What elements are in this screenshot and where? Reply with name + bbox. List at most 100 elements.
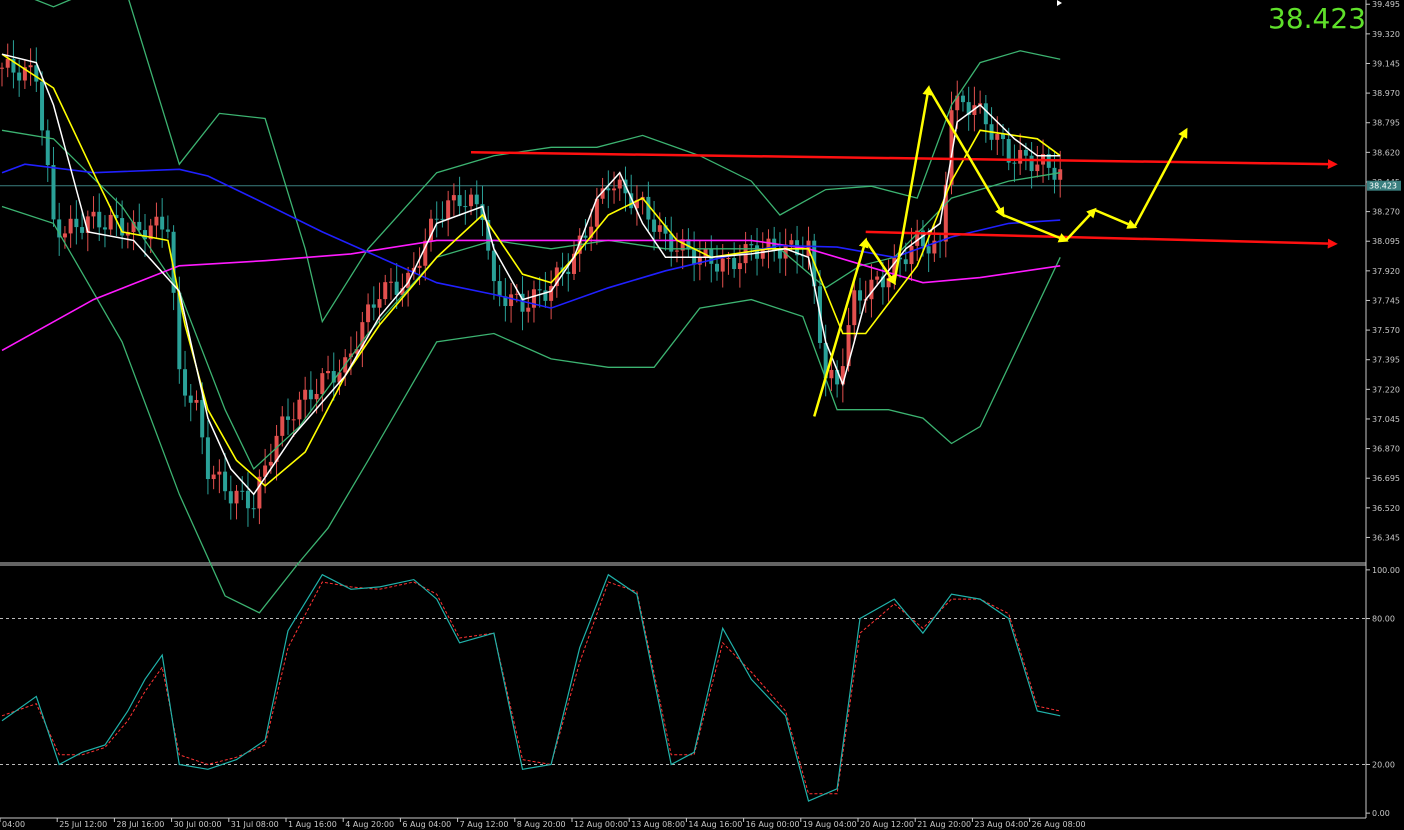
candle-body: [463, 206, 468, 208]
candle-body: [732, 258, 737, 270]
oscillator-tick-label: 0.00: [1372, 809, 1390, 818]
time-tick-label: 16 Aug 00:00: [746, 820, 800, 829]
candle-body: [371, 304, 376, 308]
candle-body: [0, 67, 4, 69]
time-tick-label: 1 Aug 16:00: [288, 820, 337, 829]
candle-body: [388, 281, 393, 283]
price-tick-label: 38.795: [1372, 119, 1400, 128]
candle-body: [200, 400, 205, 438]
projection-arrow: [1065, 207, 1097, 242]
candle-body: [983, 103, 988, 125]
price-tick-label: 36.695: [1372, 474, 1400, 483]
resistance-line: [470, 151, 1338, 170]
time-tick-label: 13 Aug 08:00: [631, 820, 685, 829]
candle-body: [286, 416, 290, 420]
price-tick-label: 39.320: [1372, 30, 1400, 39]
time-tick-label: 7 Aug 12:00: [460, 820, 509, 829]
candle-body: [394, 281, 399, 295]
candle-body: [154, 216, 159, 226]
price-tick-label: 38.270: [1372, 208, 1400, 217]
candle-body: [102, 227, 107, 230]
candle-body: [451, 195, 456, 201]
candle-body: [308, 389, 313, 400]
candle-body: [469, 194, 474, 207]
candle-body: [858, 290, 862, 301]
candle-body: [617, 179, 622, 189]
candle-body: [715, 263, 719, 272]
candle-body: [366, 304, 371, 323]
candle-body: [303, 389, 308, 400]
candle-body: [566, 271, 571, 274]
time-tick-label: 31 Jul 08:00: [231, 820, 279, 829]
time-tick-label: 25 Jul 12:00: [59, 820, 107, 829]
candle-body: [960, 95, 965, 103]
candle-body: [612, 188, 617, 191]
candle-body: [497, 281, 502, 297]
candle-body: [62, 233, 67, 238]
candle-body: [28, 65, 33, 68]
candle-body: [606, 188, 611, 191]
candle-body: [240, 490, 245, 492]
candle-body: [760, 249, 765, 259]
bollinger-middle-line: [1, 129, 1061, 470]
candle-body: [417, 265, 422, 268]
candle-body: [320, 373, 325, 394]
price-tick-label: 37.395: [1372, 356, 1400, 365]
time-tick-label: 19 Aug 04:00: [803, 820, 857, 829]
candle-body: [280, 416, 285, 436]
candle-body: [91, 211, 96, 217]
time-tick-label: 14 Aug 16:00: [688, 820, 742, 829]
bollinger-lower-line: [1, 205, 1061, 614]
price-tick-label: 36.870: [1372, 445, 1400, 454]
price-tick-label: 37.745: [1372, 296, 1400, 305]
projection-arrow: [927, 87, 1005, 218]
time-tick-label: 28 Jul 16:00: [116, 820, 164, 829]
candle-body: [223, 471, 228, 492]
candle-body: [1018, 149, 1023, 164]
candle-body: [234, 490, 239, 504]
candle-body: [5, 58, 10, 68]
candle-body: [509, 294, 514, 307]
oscillator-tick-label: 20.00: [1372, 760, 1395, 769]
candle-body: [228, 491, 233, 504]
candle-body: [909, 245, 914, 265]
candle-body: [720, 258, 725, 272]
oscillator-tick-label: 100.00: [1372, 566, 1400, 575]
stochastic-signal-line: [1, 581, 1061, 795]
price-chart: 39.495 39.320 39.145 38.970 38.795 38.620 38.4…: [0, 0, 1401, 829]
price-tick-label: 39.495: [1372, 0, 1400, 9]
candle-body: [440, 218, 445, 220]
candle-body: [646, 196, 651, 220]
candle-body: [852, 290, 857, 326]
candle-body: [326, 371, 331, 374]
candle-body: [211, 474, 216, 480]
candle-body: [514, 293, 519, 295]
candle-body: [446, 200, 451, 220]
candle-body: [45, 130, 50, 166]
candle-body: [875, 276, 880, 280]
time-tick-label: 4 Aug 20:00: [345, 820, 394, 829]
price-tick-label: 38.620: [1372, 148, 1400, 157]
candle-body: [829, 369, 834, 379]
candle-body: [1012, 162, 1017, 164]
moving-average-white: [1, 53, 1061, 496]
projection-arrow: [864, 239, 896, 286]
oscillator-tick-label: 80.00: [1372, 615, 1395, 624]
price-tick-label: 39.145: [1372, 59, 1400, 68]
candle-body: [886, 278, 891, 288]
candle-body: [51, 165, 56, 220]
candle-body: [251, 508, 256, 510]
candle-body: [68, 218, 73, 234]
candle-body: [268, 461, 273, 466]
candle-body: [205, 437, 210, 480]
price-tick-label: 37.570: [1372, 326, 1400, 335]
candle-body: [995, 134, 1000, 140]
candle-body: [40, 81, 45, 131]
candle-body: [1058, 169, 1063, 180]
candle-body: [457, 195, 462, 207]
candle-body: [783, 244, 788, 259]
candle-body: [674, 250, 679, 252]
candle-body: [217, 471, 222, 475]
candle-body: [1023, 149, 1028, 156]
candle-body: [1001, 134, 1005, 140]
